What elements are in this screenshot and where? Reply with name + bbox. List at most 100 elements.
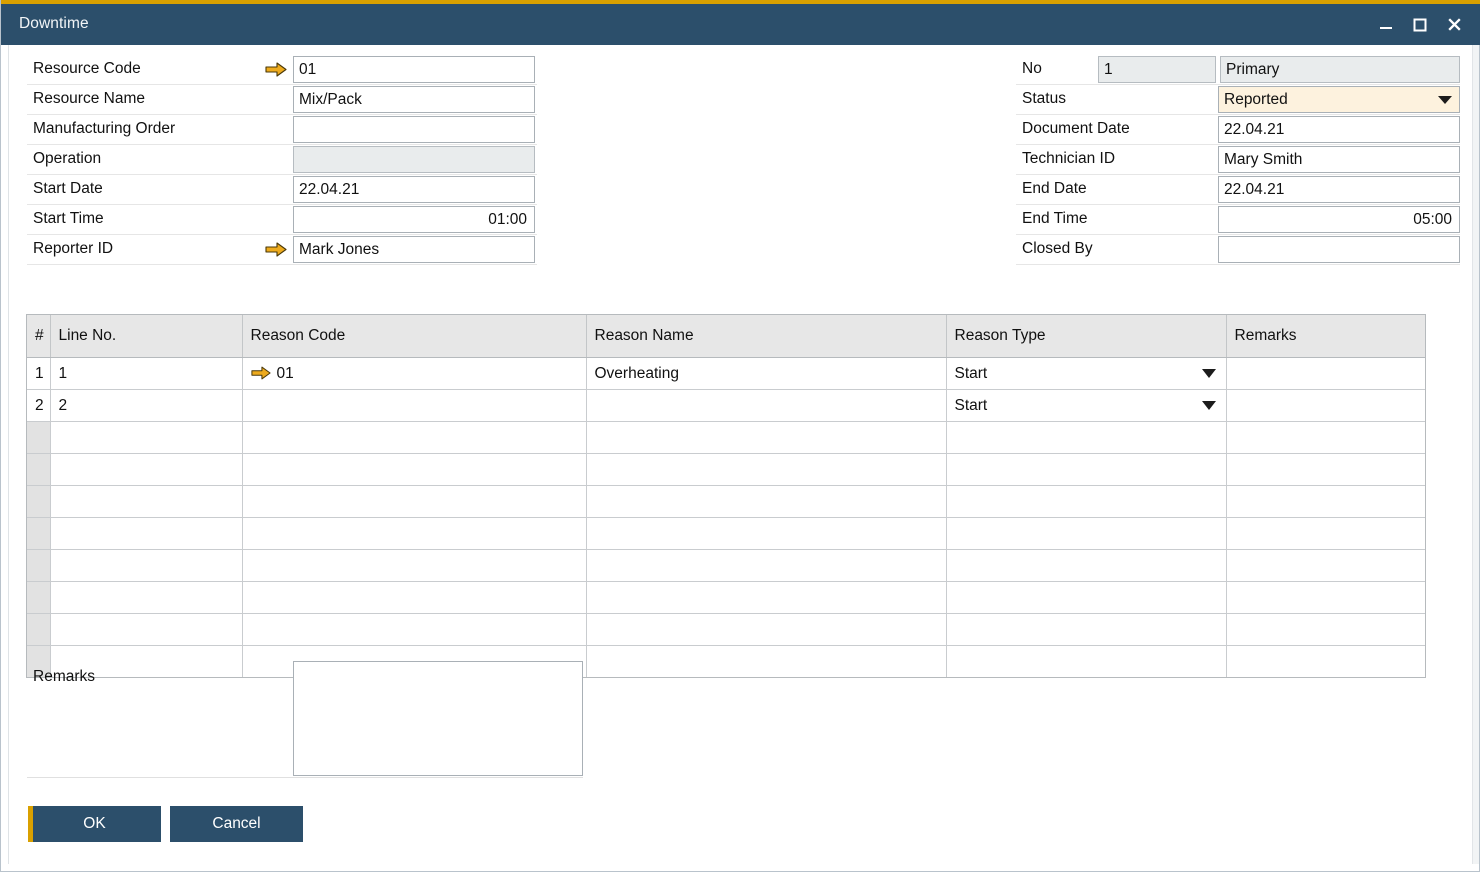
cell-reason-name[interactable] [586,550,946,582]
input-manufacturing-order[interactable] [293,116,535,143]
cell-reason-code[interactable] [242,582,586,614]
column-header-remarks[interactable]: Remarks [1226,315,1425,358]
cell-reason-name[interactable] [586,422,946,454]
row-index-cell[interactable]: 1 [27,358,50,390]
reason-lines-grid: # Line No. Reason Code Reason Name Reaso… [26,314,1426,678]
cancel-button[interactable]: Cancel [170,806,303,842]
input-series-primary: Primary [1220,56,1460,83]
cell-reason-code[interactable] [242,614,586,646]
input-end-time[interactable]: 05:00 [1218,206,1460,233]
cell-reason-type[interactable]: Start [946,358,1226,390]
row-index-cell[interactable] [27,518,50,550]
field-row-manufacturing-order: Manufacturing Order [27,115,537,145]
cell-reason-type[interactable]: Start [946,390,1226,422]
window-controls [1369,4,1471,45]
table-row[interactable] [27,422,1425,454]
chevron-down-icon[interactable] [1202,401,1216,410]
cell-remarks[interactable] [1226,422,1425,454]
input-reporter-id[interactable]: Mark Jones [293,236,535,263]
cell-reason-type[interactable] [946,646,1226,678]
cell-reason-name[interactable] [586,486,946,518]
row-index-cell[interactable] [27,614,50,646]
cell-reason-name[interactable] [586,614,946,646]
cell-reason-code[interactable] [242,422,586,454]
table-row[interactable]: 22Start [27,390,1425,422]
cell-reason-code[interactable] [242,390,586,422]
textarea-remarks[interactable] [293,661,583,776]
field-row-no: No 1 Primary [1016,55,1460,85]
row-index-cell[interactable]: 2 [27,390,50,422]
cell-remarks[interactable] [1226,486,1425,518]
column-header-index[interactable]: # [27,315,50,358]
cell-reason-type[interactable] [946,422,1226,454]
field-row-resource-name: Resource Name Mix/Pack [27,85,537,115]
cell-reason-type[interactable] [946,518,1226,550]
cell-remarks[interactable] [1226,390,1425,422]
column-header-reason-type[interactable]: Reason Type [946,315,1226,358]
input-end-date[interactable]: 22.04.21 [1218,176,1460,203]
close-button[interactable] [1437,4,1471,45]
vertical-scrollbar[interactable] [1472,45,1479,864]
label-end-time: End Time [1022,210,1087,228]
input-start-time[interactable]: 01:00 [293,206,535,233]
link-arrow-icon[interactable] [265,62,287,77]
dropdown-status[interactable]: Reported [1218,86,1460,113]
cell-remarks[interactable] [1226,646,1425,678]
cell-reason-code[interactable] [242,486,586,518]
cell-reason-name[interactable] [586,518,946,550]
table-row[interactable]: 1101OverheatingStart [27,358,1425,390]
input-document-date[interactable]: 22.04.21 [1218,116,1460,143]
cell-reason-type[interactable] [946,454,1226,486]
column-header-reason-code[interactable]: Reason Code [242,315,586,358]
row-index-cell[interactable] [27,454,50,486]
input-closed-by[interactable] [1218,236,1460,263]
table-row[interactable] [27,614,1425,646]
cell-remarks[interactable] [1226,358,1425,390]
field-row-document-date: Document Date 22.04.21 [1016,115,1460,145]
input-resource-code[interactable]: 01 [293,56,535,83]
cell-reason-type[interactable] [946,550,1226,582]
input-start-date[interactable]: 22.04.21 [293,176,535,203]
cell-reason-code[interactable]: 01 [242,358,586,390]
cell-reason-code[interactable] [242,454,586,486]
cell-remarks[interactable] [1226,454,1425,486]
table-row[interactable] [27,550,1425,582]
cell-reason-name[interactable]: Overheating [586,358,946,390]
cell-remarks[interactable] [1226,550,1425,582]
chevron-down-icon[interactable] [1202,369,1216,378]
cell-reason-name[interactable] [586,390,946,422]
row-index-cell[interactable] [27,550,50,582]
cell-reason-type[interactable] [946,486,1226,518]
table-row[interactable] [27,454,1425,486]
row-index-cell[interactable] [27,422,50,454]
cell-reason-name[interactable] [586,454,946,486]
cell-remarks[interactable] [1226,614,1425,646]
cell-reason-code-value: 01 [277,365,294,382]
table-row[interactable] [27,518,1425,550]
column-header-reason-name[interactable]: Reason Name [586,315,946,358]
cell-reason-name[interactable] [586,582,946,614]
ok-button[interactable]: OK [28,806,161,842]
row-index-cell[interactable] [27,582,50,614]
minimize-button[interactable] [1369,4,1403,45]
link-arrow-icon[interactable] [251,366,271,380]
link-arrow-icon[interactable] [265,242,287,257]
table-body: 1101OverheatingStart22Start [27,358,1425,678]
input-resource-name[interactable]: Mix/Pack [293,86,535,113]
cell-line-no [50,518,242,550]
column-header-line-no[interactable]: Line No. [50,315,242,358]
cell-reason-code[interactable] [242,550,586,582]
table-row[interactable] [27,582,1425,614]
label-resource-code: Resource Code [33,60,141,78]
cell-remarks[interactable] [1226,582,1425,614]
row-index-cell[interactable] [27,486,50,518]
table-row[interactable] [27,486,1425,518]
cell-reason-code[interactable] [242,518,586,550]
input-technician-id[interactable]: Mary Smith [1218,146,1460,173]
cell-reason-type[interactable] [946,582,1226,614]
cell-reason-name[interactable] [586,646,946,678]
cell-remarks[interactable] [1226,518,1425,550]
label-closed-by: Closed By [1022,240,1093,258]
cell-reason-type[interactable] [946,614,1226,646]
maximize-button[interactable] [1403,4,1437,45]
